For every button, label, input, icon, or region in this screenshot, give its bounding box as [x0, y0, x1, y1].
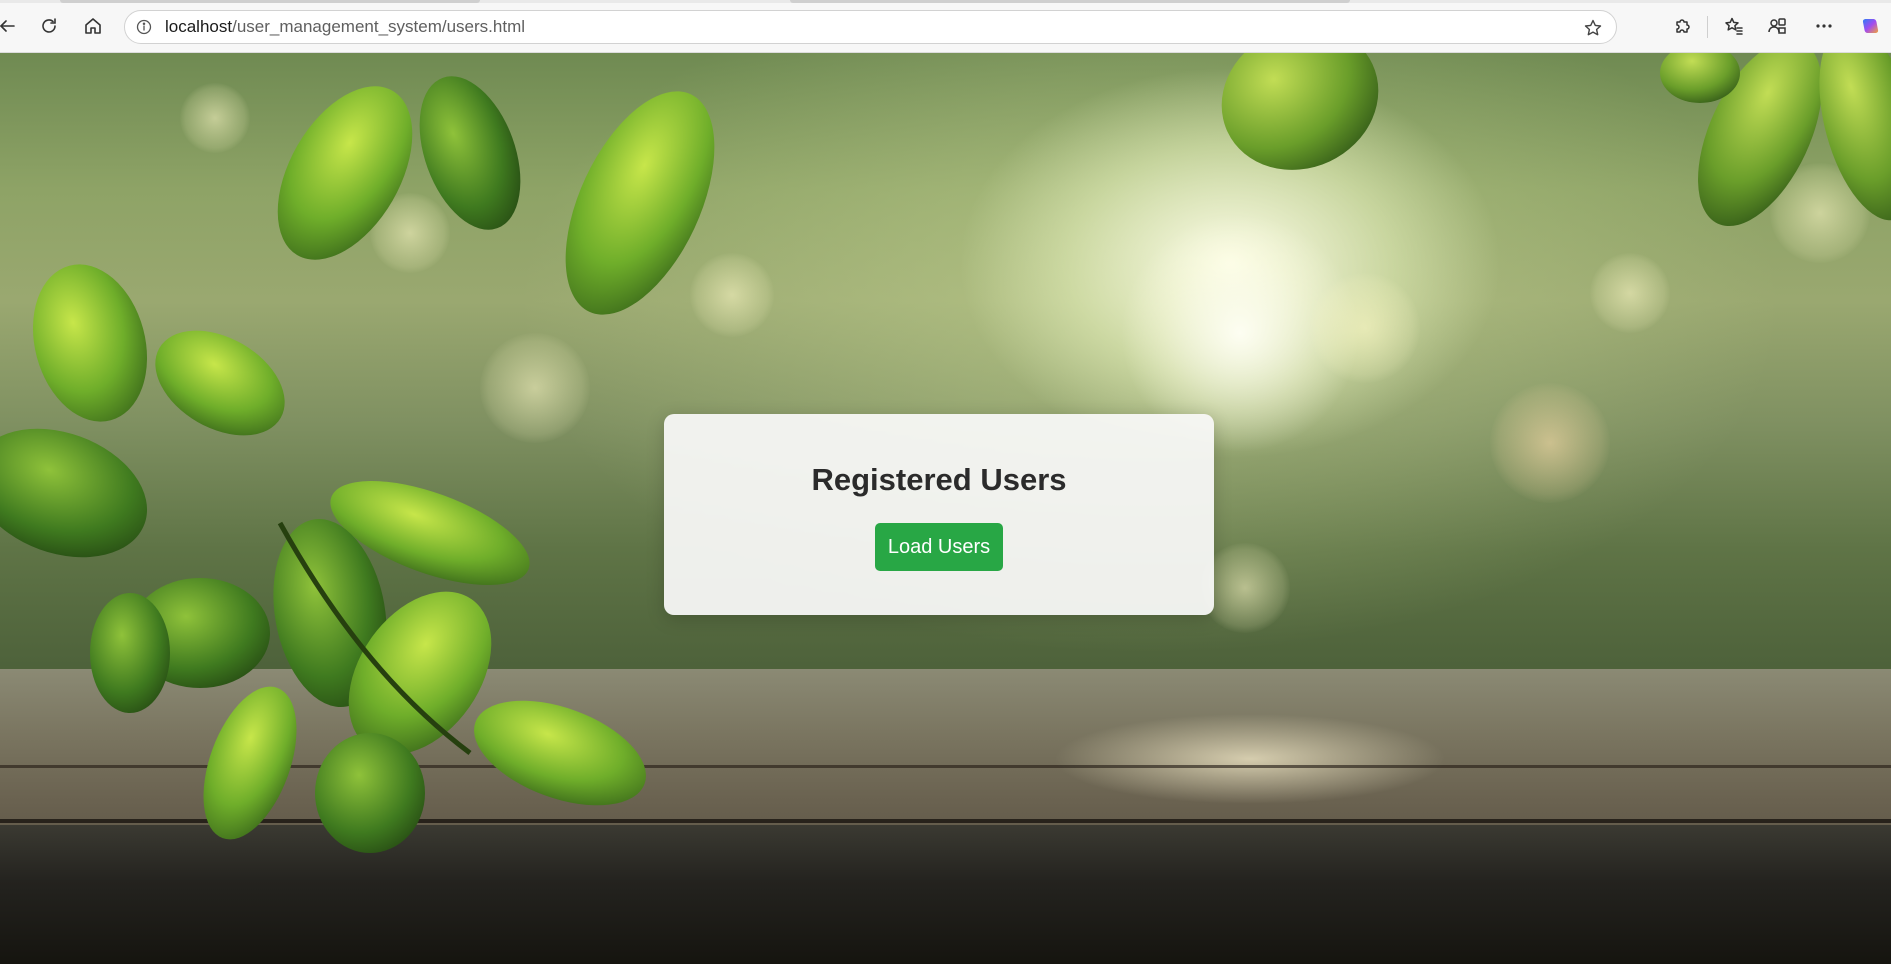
puzzle-icon[interactable] [1669, 12, 1697, 40]
back-arrow-icon[interactable] [0, 11, 22, 41]
foliage-top-right [1221, 53, 1891, 227]
address-bar[interactable]: localhost/user_management_system/users.h… [124, 10, 1617, 44]
browser-toolbar: localhost/user_management_system/users.h… [0, 0, 1891, 53]
tab-strip [0, 0, 1891, 3]
toolbar-divider [1707, 16, 1708, 38]
load-users-button[interactable]: Load Users [875, 523, 1003, 571]
home-icon[interactable] [78, 11, 108, 41]
copilot-icon[interactable] [1857, 12, 1885, 40]
page-viewport: Registered Users Load Users [0, 53, 1891, 964]
star-icon[interactable] [1582, 17, 1604, 39]
foliage-left [0, 76, 715, 853]
profile-share-icon[interactable] [1763, 12, 1791, 40]
url-text[interactable]: localhost/user_management_system/users.h… [165, 17, 525, 37]
more-icon[interactable] [1810, 12, 1838, 40]
page-title: Registered Users [811, 462, 1067, 497]
bokeh-light [1490, 383, 1610, 503]
users-card: Registered Users Load Users [664, 414, 1214, 615]
url-host: localhost [165, 17, 233, 36]
info-icon[interactable] [135, 18, 153, 36]
favorites-icon[interactable] [1720, 12, 1748, 40]
url-path: /user_management_system/users.html [232, 17, 526, 36]
refresh-icon[interactable] [34, 11, 64, 41]
